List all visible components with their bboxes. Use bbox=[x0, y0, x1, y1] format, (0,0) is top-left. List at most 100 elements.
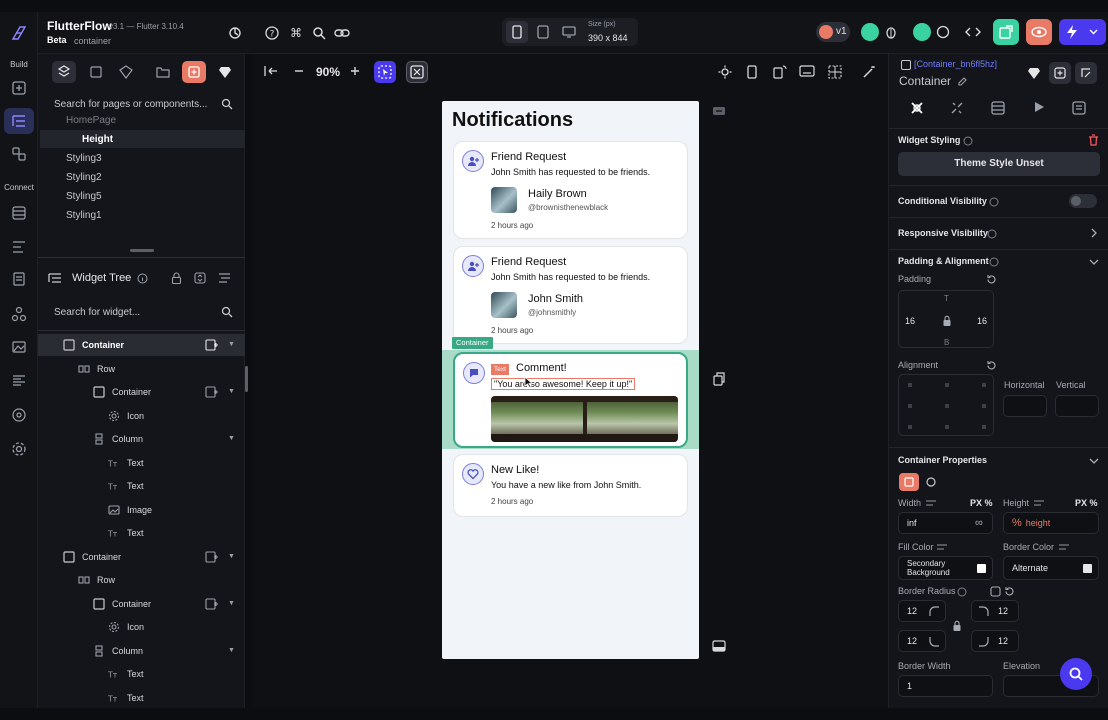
padding-editor[interactable]: T 16 16 B bbox=[898, 290, 994, 348]
git-branch-icon[interactable] bbox=[226, 24, 244, 42]
page-item-styling5[interactable]: Styling5 bbox=[46, 187, 238, 205]
filter-icon[interactable] bbox=[218, 272, 231, 284]
share-icon[interactable] bbox=[934, 23, 952, 41]
command-icon[interactable]: ⌘ bbox=[287, 24, 305, 42]
custom-code-icon[interactable] bbox=[10, 372, 28, 390]
fill-color-input[interactable]: Secondary Background bbox=[898, 556, 993, 580]
info-icon[interactable] bbox=[963, 136, 973, 146]
tree-node-text[interactable]: Tт Text bbox=[38, 663, 245, 685]
align-dot[interactable] bbox=[982, 404, 986, 408]
zoom-in-icon[interactable] bbox=[349, 65, 361, 77]
keyboard-icon[interactable] bbox=[799, 65, 815, 77]
height-unit[interactable]: PX % bbox=[1075, 498, 1098, 508]
tree-node-text[interactable]: Tт Text bbox=[38, 475, 245, 497]
phone-device-icon[interactable] bbox=[506, 21, 528, 43]
run-button[interactable] bbox=[1059, 19, 1106, 45]
bug-icon[interactable] bbox=[882, 23, 900, 41]
page-search-input[interactable]: Search for pages or components... bbox=[46, 94, 238, 116]
grid-icon[interactable] bbox=[828, 65, 842, 79]
expand-caret-icon[interactable]: ▼ bbox=[228, 341, 235, 348]
help-icon[interactable]: ? bbox=[263, 24, 281, 42]
tree-node-container[interactable]: Container ▼ bbox=[38, 381, 245, 403]
check-status-icon[interactable] bbox=[861, 23, 879, 41]
tab-properties-icon[interactable] bbox=[909, 100, 925, 116]
notification-card-3[interactable]: Comment! Text "You are so awesome! Keep … bbox=[453, 352, 688, 448]
lock-icon[interactable] bbox=[171, 272, 182, 285]
tree-node-container[interactable]: Container ▼ bbox=[38, 593, 245, 615]
radius-bottom-right-input[interactable]: 12 bbox=[971, 630, 1019, 652]
border-width-input[interactable]: 1 bbox=[898, 675, 993, 697]
info-icon[interactable] bbox=[987, 229, 997, 239]
widget-search-input[interactable]: Search for widget... bbox=[46, 302, 238, 324]
radius-top-right-input[interactable]: 12 bbox=[971, 600, 1019, 622]
align-dot[interactable] bbox=[945, 383, 949, 387]
theme-icon[interactable] bbox=[10, 406, 28, 424]
trash-icon[interactable] bbox=[1088, 134, 1099, 146]
tree-node-text[interactable]: Tт Text bbox=[38, 687, 245, 709]
add-child-widget-icon[interactable] bbox=[205, 386, 219, 398]
info-icon[interactable] bbox=[137, 273, 148, 284]
tree-node-icon[interactable]: Icon bbox=[38, 405, 245, 427]
align-dot[interactable] bbox=[982, 425, 986, 429]
tree-node-text[interactable]: Tт Text bbox=[38, 522, 245, 544]
preview-device-icon[interactable] bbox=[747, 65, 757, 79]
collapse-all-icon[interactable] bbox=[194, 272, 206, 284]
fill-binding-icon[interactable] bbox=[936, 542, 948, 552]
tree-node-image[interactable]: Image bbox=[38, 499, 245, 521]
rotate-device-icon[interactable] bbox=[773, 65, 787, 79]
radius-options-icon[interactable] bbox=[990, 586, 1001, 597]
expand-caret-icon[interactable]: ▼ bbox=[228, 553, 235, 560]
help-search-button[interactable] bbox=[1060, 658, 1092, 690]
add-child-widget-icon[interactable] bbox=[205, 550, 219, 563]
shape-circle-icon[interactable] bbox=[921, 473, 941, 491]
zoom-out-icon[interactable] bbox=[293, 65, 305, 77]
chevron-right-icon[interactable] bbox=[1090, 228, 1098, 238]
add-child-widget-icon[interactable] bbox=[205, 597, 219, 610]
add-child-icon[interactable] bbox=[1049, 62, 1071, 84]
search-icon[interactable] bbox=[310, 24, 328, 42]
width-unit[interactable]: PX % bbox=[970, 498, 993, 508]
infinity-icon[interactable]: ∞ bbox=[975, 517, 983, 529]
widget-id[interactable]: [Container_bn6fl5hz] bbox=[914, 59, 997, 69]
tree-node-row[interactable]: Row bbox=[38, 358, 245, 380]
select-mode-icon[interactable] bbox=[374, 61, 396, 83]
tablet-device-icon[interactable] bbox=[532, 21, 554, 43]
drag-mode-icon[interactable] bbox=[406, 61, 428, 83]
align-dot[interactable] bbox=[945, 404, 949, 408]
folder-icon[interactable] bbox=[151, 61, 175, 83]
pages-tab-icon[interactable] bbox=[52, 61, 76, 83]
radius-lock-icon[interactable] bbox=[952, 620, 962, 632]
page-item-styling1[interactable]: Styling1 bbox=[46, 206, 238, 224]
notification-card-2[interactable]: Friend Request John Smith has requested … bbox=[453, 246, 688, 344]
info-icon[interactable] bbox=[989, 257, 999, 267]
expand-caret-icon[interactable]: ▼ bbox=[228, 388, 235, 395]
page-item-styling2[interactable]: Styling2 bbox=[46, 168, 238, 186]
desktop-device-icon[interactable] bbox=[558, 21, 580, 43]
page-item-height[interactable]: Height bbox=[40, 130, 245, 148]
preview-eye-button[interactable] bbox=[1026, 19, 1052, 45]
conditional-visibility-toggle[interactable] bbox=[1069, 194, 1097, 208]
align-dot[interactable] bbox=[908, 404, 912, 408]
border-color-swatch[interactable] bbox=[1083, 564, 1092, 573]
database-icon[interactable] bbox=[10, 204, 28, 222]
magic-wand-icon[interactable] bbox=[862, 65, 876, 79]
version-badge[interactable]: v1 bbox=[816, 22, 850, 42]
tab-actions-icon[interactable] bbox=[949, 100, 965, 116]
collapse-panel-icon[interactable] bbox=[264, 65, 278, 77]
add-widget-icon[interactable] bbox=[10, 79, 28, 97]
vertical-alignment-input[interactable] bbox=[1055, 395, 1099, 417]
storyboard-icon[interactable] bbox=[10, 145, 28, 163]
horizontal-alignment-input[interactable] bbox=[1003, 395, 1047, 417]
reset-icon[interactable] bbox=[986, 360, 997, 371]
add-page-icon[interactable] bbox=[182, 61, 206, 83]
light-mode-icon[interactable] bbox=[718, 65, 732, 79]
alignment-grid[interactable] bbox=[898, 374, 994, 436]
fill-color-swatch[interactable] bbox=[977, 564, 986, 573]
chevron-down-icon[interactable] bbox=[1089, 457, 1099, 465]
tab-documentation-icon[interactable] bbox=[1071, 100, 1087, 116]
align-dot[interactable] bbox=[908, 425, 912, 429]
build-status-icon[interactable] bbox=[913, 23, 931, 41]
bottom-bar-icon[interactable] bbox=[712, 640, 726, 652]
settings-gear-icon[interactable] bbox=[10, 440, 28, 458]
shape-rectangle-icon[interactable] bbox=[899, 473, 919, 491]
